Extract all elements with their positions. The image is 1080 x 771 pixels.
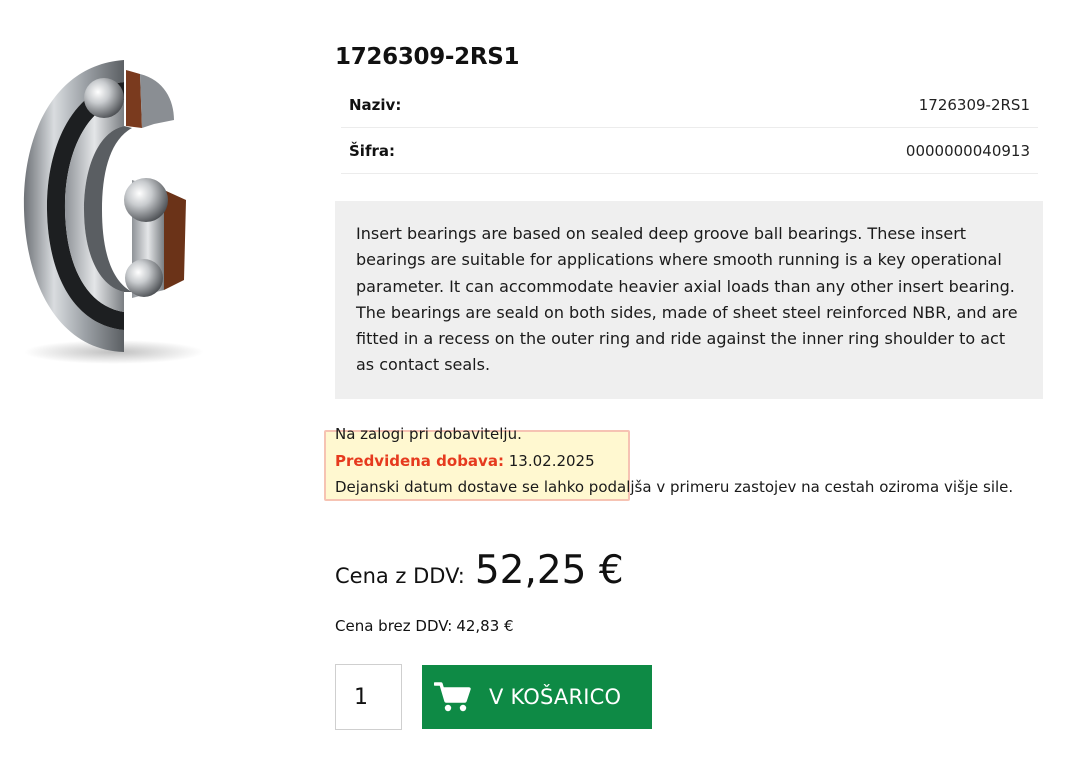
stock-info: Na zalogi pri dobavitelju. Predvidena do… [335, 421, 1045, 501]
delay-note: Dejanski datum dostave se lahko podaljša… [335, 478, 1014, 496]
bearing-image [23, 60, 204, 364]
spec-row-sifra: Šifra: 0000000040913 [341, 128, 1038, 174]
price-gross-label: Cena z DDV: [335, 564, 465, 588]
supply-line: Predvidena dobava: 13.02.2025 [335, 448, 1045, 475]
add-to-cart-button[interactable]: V KOŠARICO [422, 665, 652, 729]
product-description: Insert bearings are based on sealed deep… [335, 201, 1043, 399]
spec-row-naziv: Naziv: 1726309-2RS1 [341, 82, 1038, 128]
price-net: Cena brez DDV: 42,83 € [335, 617, 514, 635]
price-gross-value: 52,25 € [474, 548, 624, 593]
supply-label: Predvidena dobava: [335, 451, 504, 470]
quantity-input[interactable] [335, 664, 402, 730]
supply-date: 13.02.2025 [508, 451, 595, 470]
product-title: 1726309-2RS1 [335, 44, 520, 70]
spec-value: 0000000040913 [905, 141, 1030, 160]
cart-icon [434, 682, 471, 712]
spec-table: Naziv: 1726309-2RS1 Šifra: 0000000040913 [341, 82, 1038, 174]
spec-label: Naziv: [349, 95, 402, 114]
availability-text: Na zalogi pri dobavitelju. [335, 425, 522, 443]
add-to-cart-label: V KOŠARICO [489, 685, 622, 709]
price-net-label: Cena brez DDV: [335, 617, 453, 635]
price-gross: Cena z DDV: 52,25 € [335, 548, 624, 593]
price-net-value: 42,83 € [456, 617, 514, 635]
spec-value: 1726309-2RS1 [918, 95, 1030, 114]
spec-label: Šifra: [349, 141, 395, 160]
